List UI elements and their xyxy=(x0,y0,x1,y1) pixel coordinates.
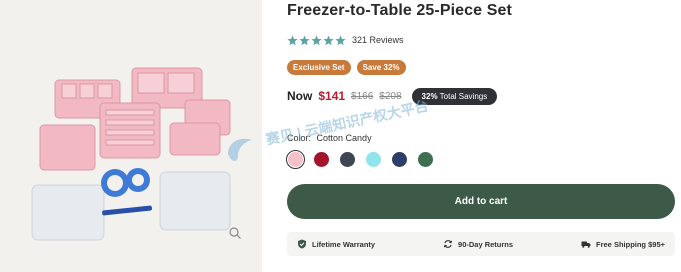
perk-shipping: Free Shipping $95+ xyxy=(581,239,665,249)
color-selection: Color: Cotton Candy xyxy=(287,133,372,143)
color-swatch[interactable] xyxy=(285,149,306,170)
perks-bar: Lifetime Warranty 90-Day Returns Free Sh… xyxy=(287,232,675,256)
product-photo xyxy=(0,0,262,272)
zoom-icon[interactable] xyxy=(228,226,242,240)
price-was: $166 xyxy=(351,90,374,102)
price-row: Now $141 $166 $208 32% Total Savings xyxy=(287,87,498,105)
price-now: $141 xyxy=(318,89,346,103)
truck-icon xyxy=(581,241,591,248)
perk-returns-label: 90-Day Returns xyxy=(458,239,514,249)
star-icon xyxy=(311,35,322,45)
product-title: Freezer-to-Table 25-Piece Set xyxy=(287,2,512,19)
star-icon xyxy=(335,35,346,45)
savings-percent: 32% xyxy=(421,91,438,101)
savings-text: Total Savings xyxy=(439,91,488,101)
savings-pill: 32% Total Savings xyxy=(411,87,498,105)
selected-color-name: Cotton Candy xyxy=(316,133,372,143)
color-swatches xyxy=(285,149,433,170)
badge-row: Exclusive Set Save 32% xyxy=(287,60,406,75)
reviews-link[interactable]: 321 Reviews xyxy=(352,35,404,45)
perk-shipping-label: Free Shipping $95+ xyxy=(596,239,665,249)
price-was-original: $208 xyxy=(379,90,402,102)
color-label: Color: xyxy=(287,133,312,143)
rating[interactable]: 321 Reviews xyxy=(287,33,404,47)
product-image[interactable] xyxy=(0,0,262,272)
star-icon xyxy=(299,35,310,45)
perk-warranty: Lifetime Warranty xyxy=(297,239,375,249)
save-badge: Save 32% xyxy=(356,60,406,75)
add-to-cart-button[interactable]: Add to cart xyxy=(287,184,675,219)
return-arrows-icon xyxy=(443,240,453,248)
perk-returns: 90-Day Returns xyxy=(443,239,513,249)
star-icon xyxy=(287,35,298,45)
color-swatch[interactable] xyxy=(418,152,433,167)
color-swatch[interactable] xyxy=(340,152,355,167)
shield-check-icon xyxy=(298,239,306,249)
color-swatch[interactable] xyxy=(392,152,407,167)
color-swatch[interactable] xyxy=(366,152,381,167)
star-rating xyxy=(287,35,346,46)
exclusive-badge: Exclusive Set xyxy=(287,60,351,75)
color-swatch[interactable] xyxy=(314,152,329,167)
star-icon xyxy=(323,35,334,45)
perk-warranty-label: Lifetime Warranty xyxy=(312,239,376,249)
price-now-label: Now xyxy=(287,89,313,103)
